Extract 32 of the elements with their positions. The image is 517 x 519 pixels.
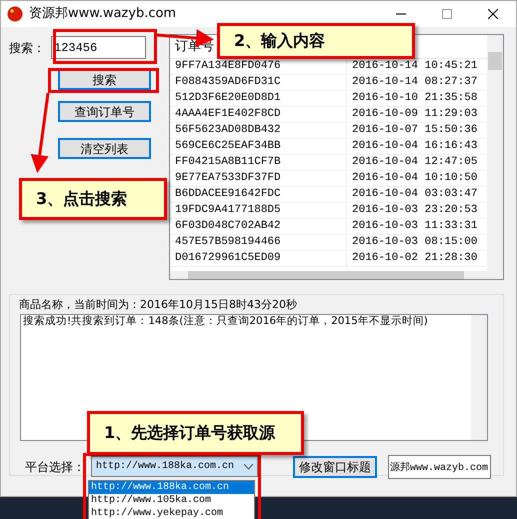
order-number-cell: 6F03D048C702AB42 [170,219,347,234]
order-number-cell: 512D3F6E20E0D8D1 [170,91,347,106]
order-number-cell: 9E77EA7533DF37FD [170,171,347,186]
order-time-cell-text: 2016-10-04 03:03:47 [351,187,478,202]
order-number-cell: 56F5623AD08DB432 [170,123,347,138]
order-time-cell-text: 2016-10-10 21:35:58 [351,91,478,106]
order-time-cell-text: 2016-10-14 08:27:37 [351,75,478,90]
search-label: 搜索： [9,40,45,56]
order-time-cell-text: 2016-10-03 08:15:00 [351,235,478,250]
order-number-cell: 19FDC9A4177188D5 [170,203,347,218]
log-text: 搜索成功!共搜索到订单：148条(注意：只查询2016年的订单，2015年不显示时间) [22,314,429,328]
callout-tooltip: 3、点击搜索 [19,178,167,220]
order-number-cell: D016729961C5ED09 [170,251,347,266]
callout-tooltip: 1、先选择订单号获取源 [87,411,304,455]
order-time-cell-text: 2016-10-04 16:16:43 [351,139,478,154]
order-time-cell-text: 2016-10-02 21:28:30 [351,251,478,266]
order-time-cell-text: 2016-10-09 11:29:03 [351,107,478,122]
platform-label: 平台选择： [25,458,85,476]
order-number-cell: 4AAA4EF1E402F8CD [170,107,347,122]
callout-tooltip: 2、输入内容 [217,23,415,59]
order-number-cell: F0884359AD6FD31C [170,75,347,90]
order-number-cell: FF04215A8B11CF7B [170,155,347,170]
window-title: 资源邦www.wazyb.com [29,5,176,24]
order-number-cell: B6DDACEE91642FDC [170,187,347,202]
order-time-cell-text: 2016-10-03 11:33:31 [351,219,478,234]
order-time-cell-text: 2016-10-04 10:10:50 [351,171,478,186]
order-number-cell: 457E57B598194466 [170,235,347,250]
order-time-cell-text: 2016-10-04 12:47:05 [351,155,478,170]
order-number-cell: 569CE6C25EAF34BB [170,139,347,154]
order-time-cell-text: 2016-10-03 23:20:53 [351,203,478,218]
order-time-cell-text: 2016-10-14 10:45:21 [351,59,478,74]
order-time-cell-text: 2016-10-07 15:50:36 [351,123,478,138]
